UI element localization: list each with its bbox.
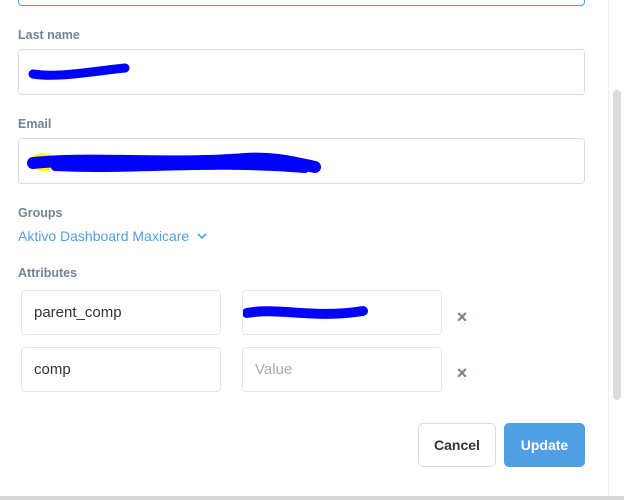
- update-button[interactable]: Update: [504, 423, 585, 467]
- close-icon[interactable]: ×: [454, 364, 470, 382]
- attribute-value-field[interactable]: Value: [242, 347, 442, 392]
- last-name-label: Last name: [18, 28, 80, 42]
- groups-label: Groups: [18, 206, 63, 220]
- close-icon[interactable]: ×: [454, 308, 470, 326]
- groups-dropdown[interactable]: Aktivo Dashboard Maxicare: [18, 228, 207, 244]
- bottom-divider: [0, 496, 624, 500]
- cancel-button[interactable]: Cancel: [418, 423, 496, 467]
- groups-value: Aktivo Dashboard Maxicare: [18, 228, 190, 244]
- redaction-scribble: [28, 63, 130, 80]
- redaction-scribble: [243, 306, 368, 319]
- email-label: Email: [18, 117, 52, 131]
- email-field[interactable]: [18, 138, 585, 184]
- chevron-down-icon: [197, 232, 207, 239]
- attribute-key-field[interactable]: comp: [21, 347, 221, 392]
- attributes-label: Attributes: [18, 266, 78, 280]
- scrollbar-thumb[interactable]: [613, 90, 621, 400]
- redaction-scribble: [27, 152, 321, 173]
- scrollbar[interactable]: [608, 0, 624, 500]
- first-name-field[interactable]: [18, 0, 585, 6]
- attribute-key-field[interactable]: parent_comp: [21, 290, 221, 335]
- attribute-value-field[interactable]: [242, 290, 442, 335]
- last-name-field[interactable]: [18, 49, 585, 95]
